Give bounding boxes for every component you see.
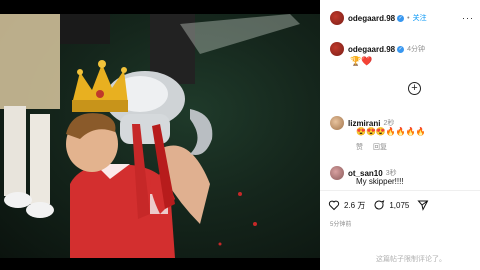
comments-limited-notice: 这篇帖子限制评论了。 [376,256,446,263]
heart-icon[interactable] [328,199,340,211]
share-icon[interactable] [417,199,429,211]
action-bar: 2.6 万 1,075 [328,199,429,211]
comment-icon[interactable] [373,199,385,211]
follow-button[interactable]: 关注 [413,13,427,23]
comment-actions: 赞 回复 [356,142,387,152]
post-header: odegaard.98 ✓ • 关注 ··· [320,11,480,25]
top-black-bar [0,0,320,14]
caption-time: 4分钟 [407,46,426,53]
separator-dot: • [407,14,410,22]
comment-text: 😍😍😍🔥🔥🔥🔥 [356,127,426,136]
comment-count: 1,075 [389,200,410,210]
post-photo[interactable] [0,14,320,258]
reply-button[interactable]: 回复 [373,142,387,152]
divider [320,190,480,191]
caption-header: odegaard.98 ✓ 4分钟 [320,42,480,56]
comment-avatar[interactable] [330,166,344,180]
author-avatar[interactable] [330,11,344,25]
author-username[interactable]: odegaard.98 [348,14,395,23]
comment-text: My skipper!!!! [356,177,404,186]
like-comment-button[interactable]: 赞 [356,142,363,152]
verified-badge-icon: ✓ [397,45,405,53]
verified-badge-icon: ✓ [397,14,405,22]
posted-time: 5分钟前 [330,222,352,228]
like-count: 2.6 万 [344,200,366,210]
more-icon[interactable]: ··· [462,13,474,23]
add-comment-icon[interactable]: + [408,82,421,95]
caption-text: 🏆❤️ [350,56,373,66]
comment-avatar[interactable] [330,116,344,130]
caption-avatar[interactable] [330,42,344,56]
caption-username[interactable]: odegaard.98 [348,45,395,54]
bottom-black-bar [0,258,320,270]
trophy-celebration-image [0,14,300,258]
post-sidebar: odegaard.98 ✓ • 关注 ··· odegaard.98 ✓ 4分钟… [320,0,480,270]
